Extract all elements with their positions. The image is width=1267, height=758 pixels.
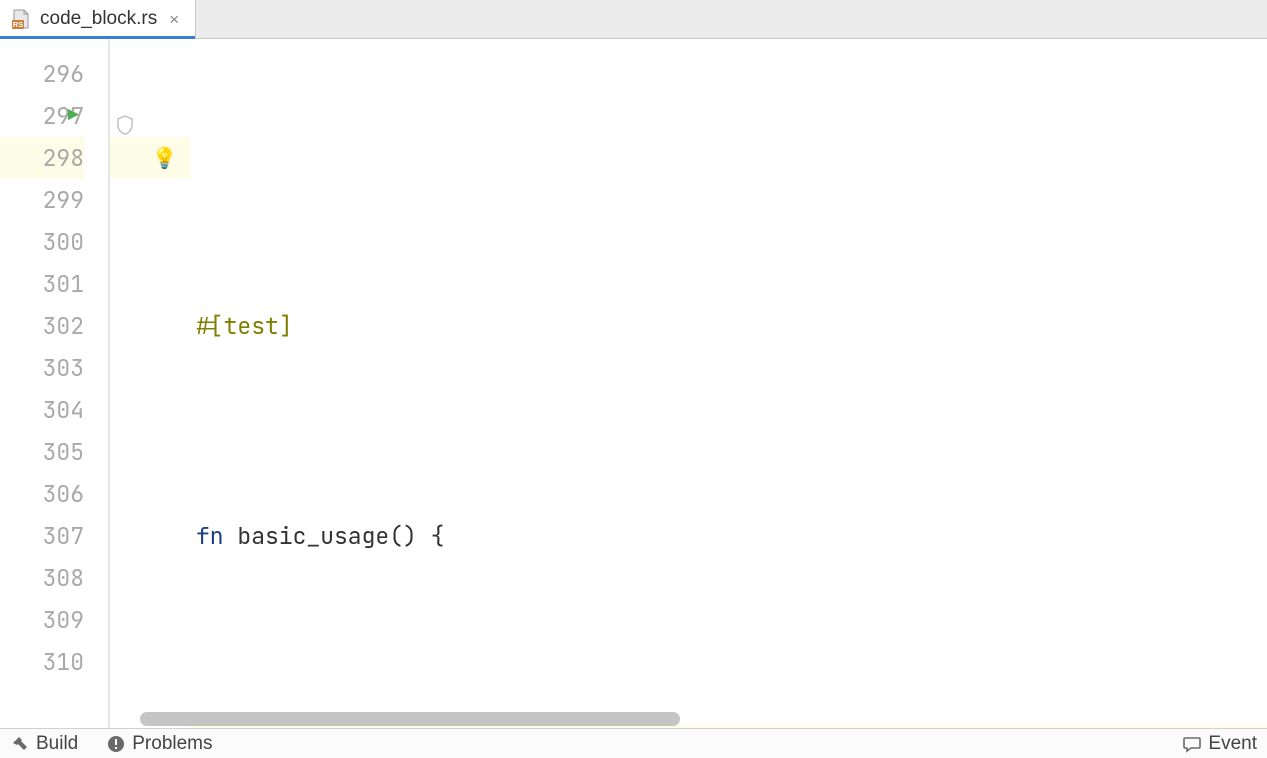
code-text: () { — [389, 521, 444, 551]
build-label: Build — [36, 733, 78, 755]
line-number: 307 — [43, 521, 84, 551]
line-number: 310 — [43, 647, 84, 677]
line-number: 306 — [43, 479, 84, 509]
horizontal-scrollbar[interactable] — [140, 712, 1257, 726]
gutter-icon-column: 💡 — [110, 39, 190, 728]
line-number: 300 — [43, 227, 84, 257]
speech-bubble-icon — [1182, 734, 1202, 754]
hammer-icon — [10, 734, 30, 754]
keyword: fn — [196, 521, 237, 551]
line-number: 308 — [43, 563, 84, 593]
horizontal-scrollbar-thumb[interactable] — [140, 712, 680, 726]
code-text-area[interactable]: #[test] fn basic_usage() { let user_code… — [190, 39, 1267, 728]
truncated-line-top — [0, 39, 84, 53]
editor-tab-bar: RS code_block.rs × — [0, 0, 1267, 39]
code-line[interactable]: #[test] — [190, 305, 1267, 347]
tab-title: code_block.rs — [40, 8, 157, 30]
line-number: 303 — [43, 353, 84, 383]
build-tool-window-button[interactable]: Build — [10, 733, 78, 755]
svg-text:RS: RS — [13, 20, 23, 29]
event-log-button[interactable]: Event — [1182, 733, 1257, 755]
warning-circle-icon — [106, 734, 126, 754]
code-editor[interactable]: 296 297 ▶ 298 299 300 301 302 303 304 30… — [0, 39, 1267, 728]
line-number: 309 — [43, 605, 84, 635]
line-number: 305 — [43, 437, 84, 467]
method-separator-icon — [116, 106, 134, 126]
problems-label: Problems — [132, 733, 212, 755]
line-number: 304 — [43, 395, 84, 425]
attribute: #[test] — [196, 311, 293, 341]
event-label: Event — [1208, 733, 1257, 755]
intention-bulb-icon[interactable]: 💡 — [152, 137, 177, 179]
editor-tab[interactable]: RS code_block.rs × — [0, 0, 196, 38]
line-number-gutter: 296 297 ▶ 298 299 300 301 302 303 304 30… — [0, 39, 110, 728]
function-name: basic_usage — [237, 521, 389, 551]
tab-close-button[interactable]: × — [165, 10, 183, 28]
line-number: 296 — [43, 59, 84, 89]
problems-tool-window-button[interactable]: Problems — [106, 733, 212, 755]
run-test-gutter-icon[interactable]: ▶ — [68, 95, 79, 137]
line-number: 301 — [43, 269, 84, 299]
line-number: 298 — [43, 143, 84, 173]
line-number: 299 — [43, 185, 84, 215]
tool-window-bar: Build Problems Event — [0, 728, 1267, 758]
code-line[interactable]: fn basic_usage() { — [190, 515, 1267, 557]
line-number: 302 — [43, 311, 84, 341]
rust-file-icon: RS — [10, 8, 32, 30]
